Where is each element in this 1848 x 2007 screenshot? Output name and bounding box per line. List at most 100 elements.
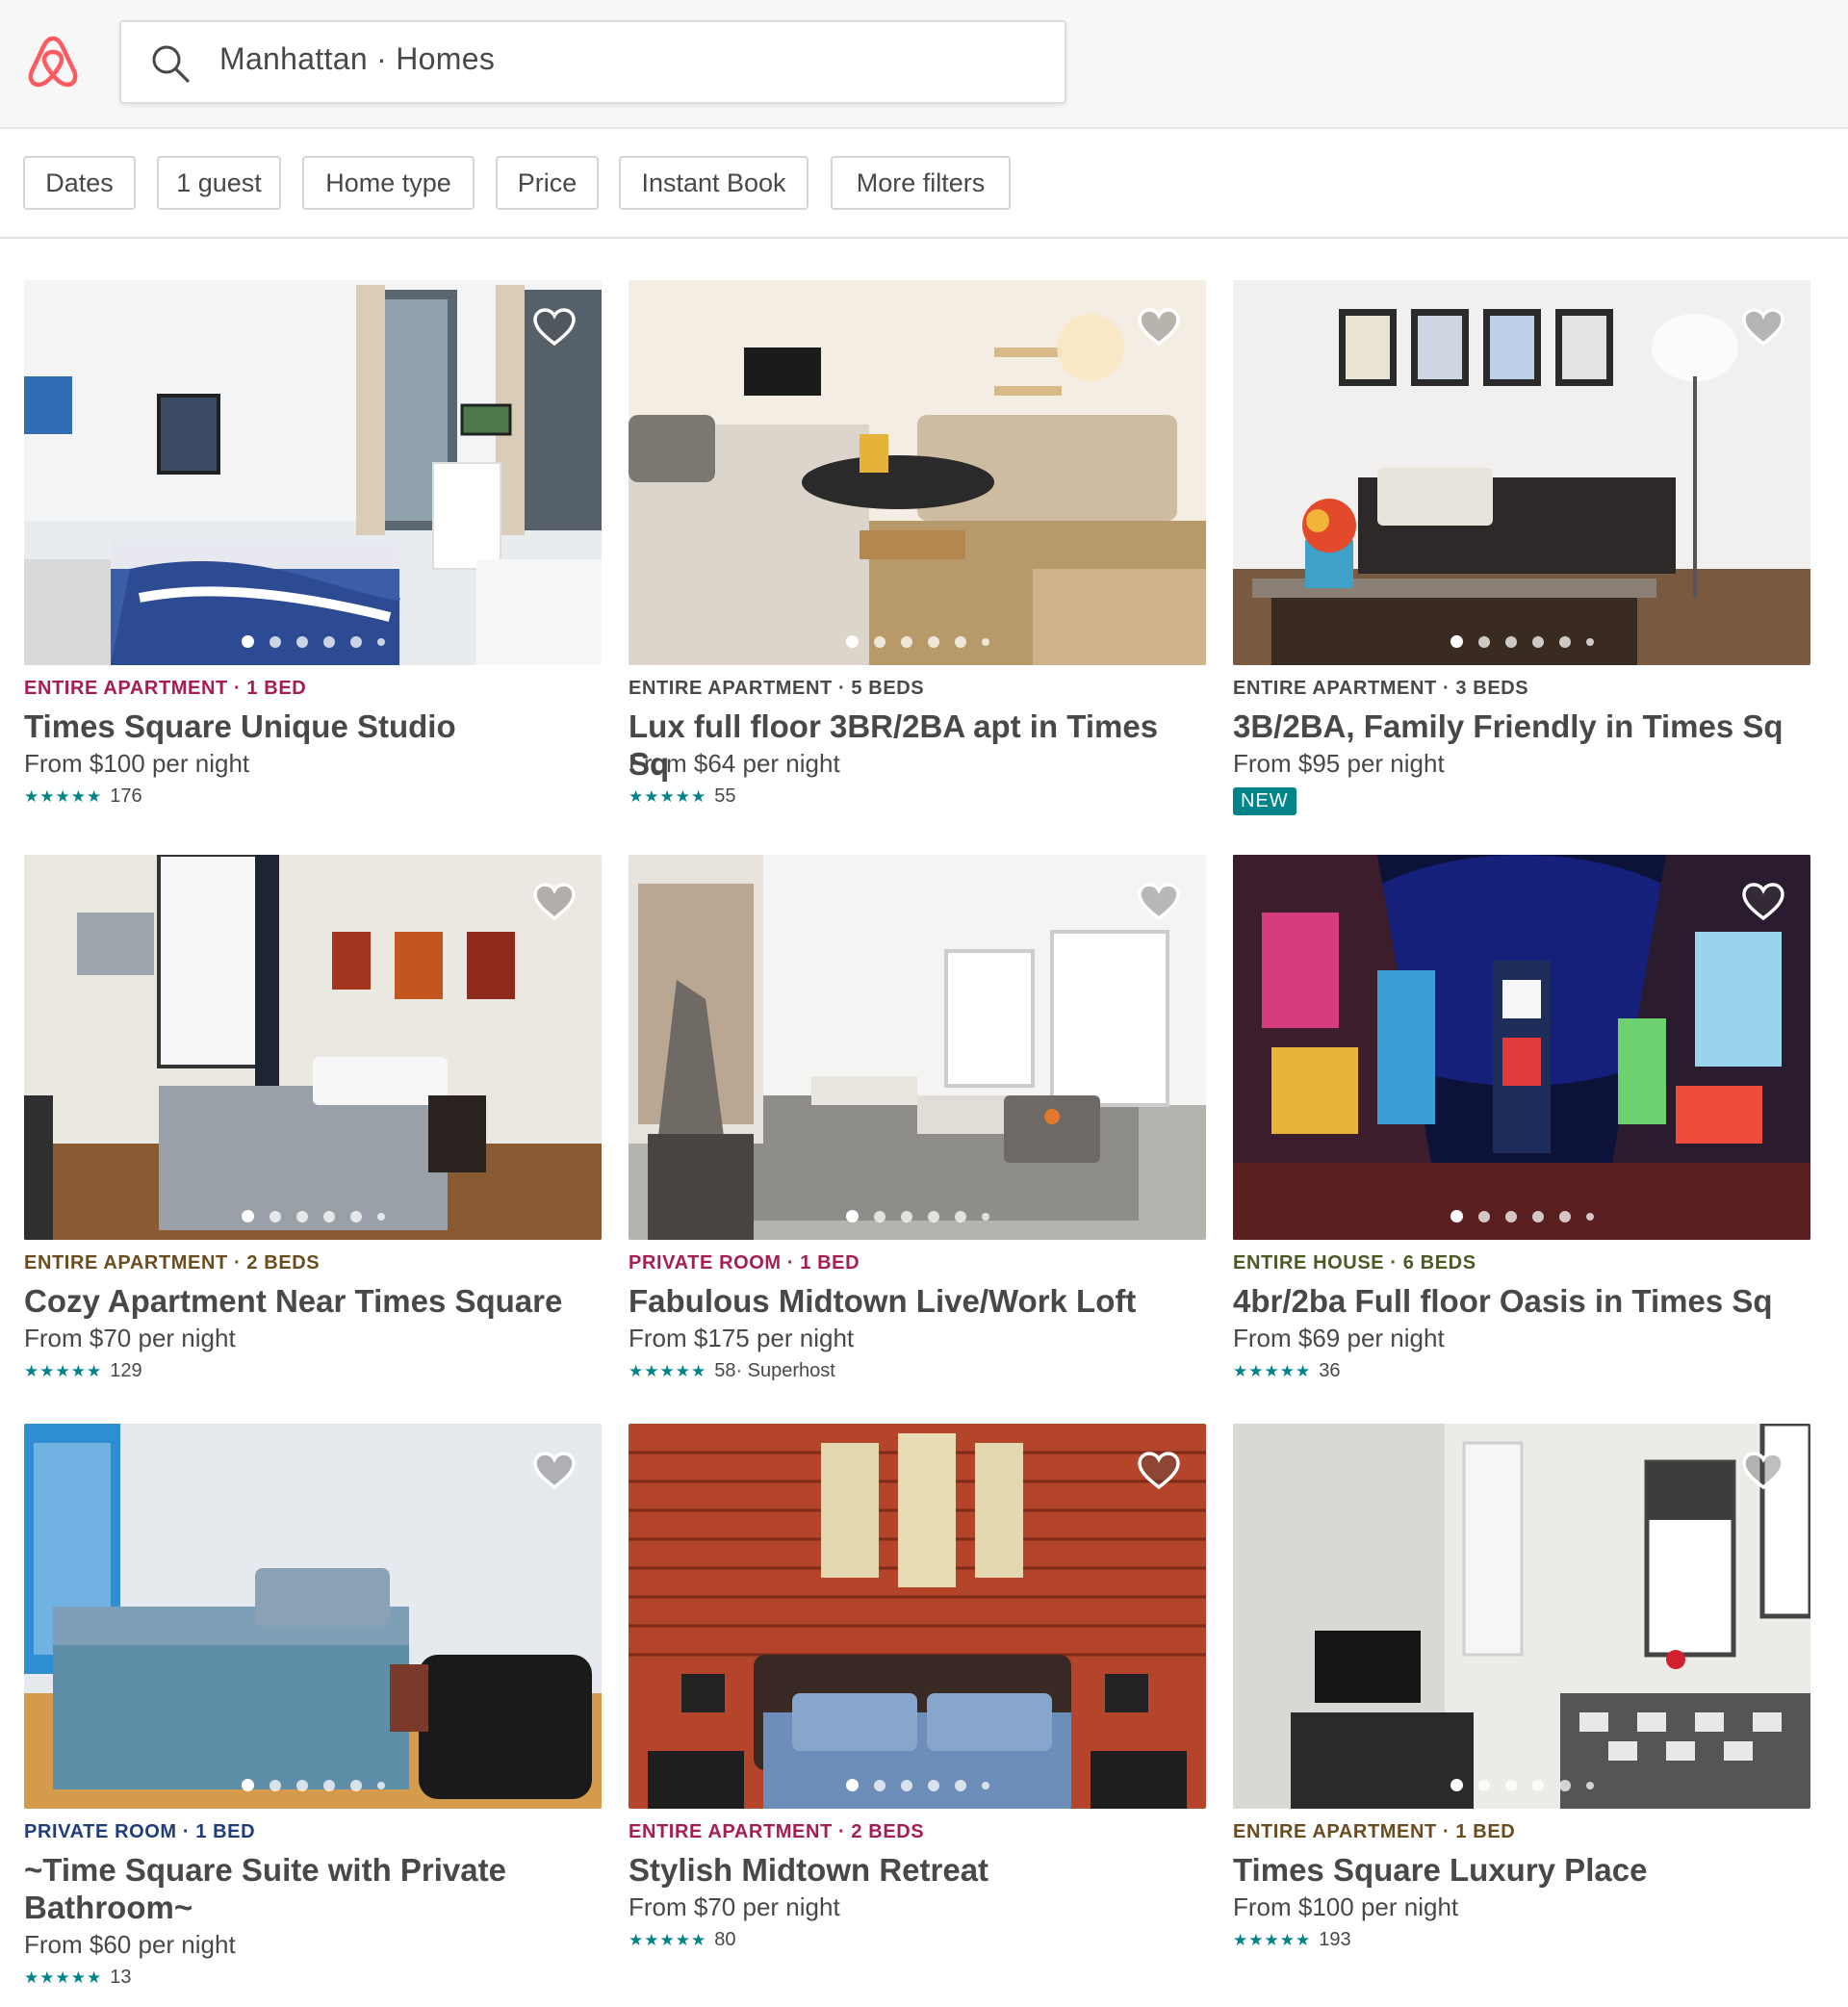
carousel-dot[interactable] bbox=[376, 1212, 385, 1221]
listing-card-suite-private-bathroom[interactable]: PRIVATE ROOM · 1 BED ~Time Square Suite … bbox=[24, 1424, 602, 2001]
carousel-dot[interactable] bbox=[900, 1210, 912, 1222]
carousel-dot[interactable] bbox=[954, 1779, 966, 1791]
listing-title[interactable]: 4br/2ba Full floor Oasis in Times Sq bbox=[1233, 1282, 1810, 1320]
carousel-dot[interactable] bbox=[1558, 1210, 1571, 1222]
heart-icon[interactable] bbox=[532, 882, 577, 922]
photo-carousel-dots[interactable] bbox=[629, 635, 1206, 648]
carousel-dot[interactable] bbox=[845, 635, 859, 648]
carousel-dot[interactable] bbox=[873, 1210, 886, 1222]
carousel-dot[interactable] bbox=[322, 1210, 335, 1222]
listing-photo[interactable] bbox=[1233, 1424, 1810, 1809]
listing-card-lux-full-floor[interactable]: ENTIRE APARTMENT · 5 BEDS Lux full floor… bbox=[629, 280, 1206, 819]
photo-carousel-dots[interactable] bbox=[1233, 635, 1810, 648]
listing-card-times-square-unique-studio[interactable]: ENTIRE APARTMENT · 1 BED Times Square Un… bbox=[24, 280, 602, 819]
instant-book-filter-button[interactable]: Instant Book bbox=[619, 156, 808, 210]
carousel-dot[interactable] bbox=[1558, 635, 1571, 648]
carousel-dot[interactable] bbox=[900, 635, 912, 648]
carousel-dot[interactable] bbox=[1504, 1210, 1517, 1222]
listing-title[interactable]: 3B/2BA, Family Friendly in Times Sq bbox=[1233, 708, 1810, 745]
search-input[interactable]: Manhattan · Homes bbox=[119, 20, 1066, 104]
listing-photo[interactable] bbox=[24, 280, 602, 665]
carousel-dot[interactable] bbox=[1450, 1210, 1463, 1222]
listing-card-full-floor-oasis[interactable]: ENTIRE HOUSE · 6 BEDS 4br/2ba Full floor… bbox=[1233, 855, 1810, 1394]
listing-photo[interactable] bbox=[629, 280, 1206, 665]
price-filter-button[interactable]: Price bbox=[496, 156, 599, 210]
carousel-dot[interactable] bbox=[1450, 635, 1463, 648]
carousel-dot[interactable] bbox=[295, 635, 308, 648]
carousel-dot[interactable] bbox=[269, 635, 281, 648]
carousel-dot[interactable] bbox=[1504, 1779, 1517, 1791]
listing-title[interactable]: Times Square Luxury Place bbox=[1233, 1851, 1810, 1889]
carousel-dot[interactable] bbox=[954, 635, 966, 648]
carousel-dot[interactable] bbox=[295, 1210, 308, 1222]
listing-card-stylish-midtown-retreat[interactable]: ENTIRE APARTMENT · 2 BEDS Stylish Midtow… bbox=[629, 1424, 1206, 1963]
carousel-dot[interactable] bbox=[241, 1779, 254, 1791]
photo-carousel-dots[interactable] bbox=[629, 1210, 1206, 1222]
carousel-dot[interactable] bbox=[1531, 1779, 1544, 1791]
carousel-dot[interactable] bbox=[927, 635, 939, 648]
carousel-dot[interactable] bbox=[241, 635, 254, 648]
airbnb-logo-icon[interactable] bbox=[27, 35, 79, 89]
photo-carousel-dots[interactable] bbox=[629, 1779, 1206, 1791]
listing-photo[interactable] bbox=[1233, 855, 1810, 1240]
photo-carousel-dots[interactable] bbox=[24, 1210, 602, 1222]
carousel-dot[interactable] bbox=[349, 635, 362, 648]
home-type-filter-button[interactable]: Home type bbox=[302, 156, 475, 210]
listing-title[interactable]: Cozy Apartment Near Times Square bbox=[24, 1282, 602, 1320]
carousel-dot[interactable] bbox=[1585, 1212, 1594, 1221]
carousel-dot[interactable] bbox=[349, 1779, 362, 1791]
carousel-dot[interactable] bbox=[927, 1779, 939, 1791]
carousel-dot[interactable] bbox=[376, 637, 385, 646]
heart-icon[interactable] bbox=[1741, 882, 1785, 922]
listing-photo[interactable] bbox=[629, 1424, 1206, 1809]
carousel-dot[interactable] bbox=[295, 1779, 308, 1791]
photo-carousel-dots[interactable] bbox=[1233, 1779, 1810, 1791]
carousel-dot[interactable] bbox=[349, 1210, 362, 1222]
carousel-dot[interactable] bbox=[1531, 1210, 1544, 1222]
carousel-dot[interactable] bbox=[1477, 1210, 1490, 1222]
listing-photo[interactable] bbox=[629, 855, 1206, 1240]
carousel-dot[interactable] bbox=[1477, 1779, 1490, 1791]
carousel-dot[interactable] bbox=[241, 1210, 254, 1222]
heart-icon[interactable] bbox=[1137, 1451, 1181, 1491]
heart-icon[interactable] bbox=[1741, 1451, 1785, 1491]
listing-card-midtown-loft[interactable]: PRIVATE ROOM · 1 BED Fabulous Midtown Li… bbox=[629, 855, 1206, 1394]
carousel-dot[interactable] bbox=[1585, 637, 1594, 646]
dates-filter-button[interactable]: Dates bbox=[23, 156, 136, 210]
carousel-dot[interactable] bbox=[845, 1779, 859, 1791]
guests-filter-button[interactable]: 1 guest bbox=[157, 156, 281, 210]
more-filters-button[interactable]: More filters bbox=[831, 156, 1011, 210]
carousel-dot[interactable] bbox=[1585, 1781, 1594, 1789]
carousel-dot[interactable] bbox=[981, 637, 989, 646]
carousel-dot[interactable] bbox=[322, 635, 335, 648]
listing-photo[interactable] bbox=[24, 1424, 602, 1809]
heart-icon[interactable] bbox=[1137, 307, 1181, 347]
photo-carousel-dots[interactable] bbox=[24, 1779, 602, 1791]
listing-title[interactable]: Times Square Unique Studio bbox=[24, 708, 602, 745]
listing-photo[interactable] bbox=[24, 855, 602, 1240]
carousel-dot[interactable] bbox=[376, 1781, 385, 1789]
carousel-dot[interactable] bbox=[845, 1210, 859, 1222]
carousel-dot[interactable] bbox=[954, 1210, 966, 1222]
heart-icon[interactable] bbox=[1137, 882, 1181, 922]
carousel-dot[interactable] bbox=[1450, 1779, 1463, 1791]
carousel-dot[interactable] bbox=[873, 1779, 886, 1791]
carousel-dot[interactable] bbox=[269, 1779, 281, 1791]
listing-card-family-friendly[interactable]: ENTIRE APARTMENT · 3 BEDS 3B/2BA, Family… bbox=[1233, 280, 1810, 819]
photo-carousel-dots[interactable] bbox=[1233, 1210, 1810, 1222]
carousel-dot[interactable] bbox=[981, 1781, 989, 1789]
listing-card-luxury-place[interactable]: ENTIRE APARTMENT · 1 BED Times Square Lu… bbox=[1233, 1424, 1810, 1963]
carousel-dot[interactable] bbox=[927, 1210, 939, 1222]
carousel-dot[interactable] bbox=[269, 1210, 281, 1222]
carousel-dot[interactable] bbox=[1477, 635, 1490, 648]
carousel-dot[interactable] bbox=[1504, 635, 1517, 648]
heart-icon[interactable] bbox=[1741, 307, 1785, 347]
carousel-dot[interactable] bbox=[1531, 635, 1544, 648]
heart-icon[interactable] bbox=[532, 1451, 577, 1491]
heart-icon[interactable] bbox=[532, 307, 577, 347]
listing-card-cozy-apartment[interactable]: ENTIRE APARTMENT · 2 BEDS Cozy Apartment… bbox=[24, 855, 602, 1394]
listing-photo[interactable] bbox=[1233, 280, 1810, 665]
carousel-dot[interactable] bbox=[873, 635, 886, 648]
carousel-dot[interactable] bbox=[1558, 1779, 1571, 1791]
listing-title[interactable]: ~Time Square Suite with Private Bathroom… bbox=[24, 1851, 563, 1926]
